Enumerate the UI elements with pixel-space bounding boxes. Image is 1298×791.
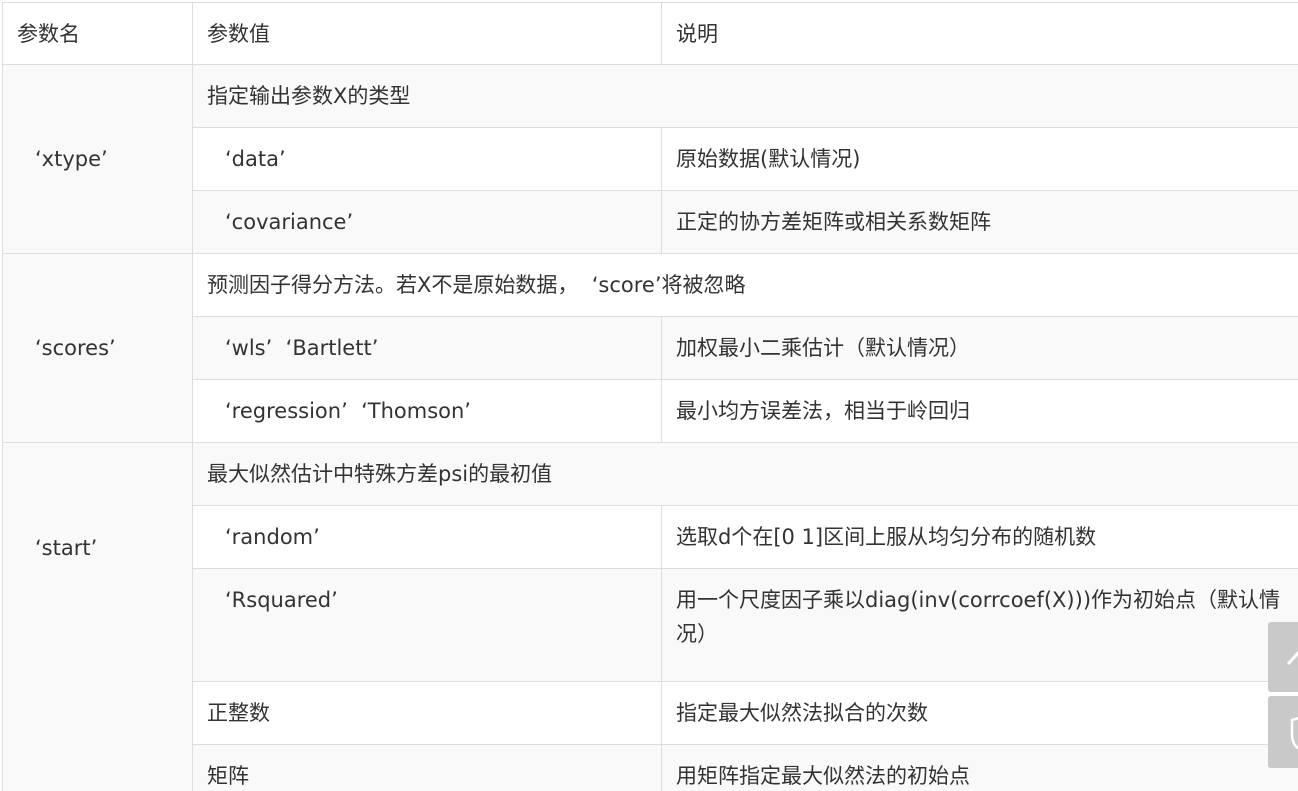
header-param-name: 参数名: [2, 2, 193, 65]
parameter-table: 参数名 参数值 说明 ‘xtype’ 指定输出参数X的类型 ‘data’ 原始数…: [2, 2, 1298, 791]
param-description: 原始数据(默认情况): [661, 127, 1298, 191]
param-value: 矩阵: [192, 744, 662, 791]
table-row: ‘wls’ ‘Bartlett’ 加权最小二乘估计（默认情况）: [3, 316, 1298, 380]
table-header-row: 参数名 参数值 说明: [2, 2, 1298, 65]
param-value: ‘Rsquared’: [192, 568, 662, 682]
table-row: ‘Rsquared’ 用一个尺度因子乘以diag(inv(corrcoef(X)…: [3, 568, 1298, 682]
param-description: 加权最小二乘估计（默认情况）: [661, 316, 1298, 380]
table-row: ‘scores’ 预测因子得分方法。若X不是原始数据， ‘score’将被忽略: [2, 253, 1298, 443]
param-summary: 最大似然估计中特殊方差psi的最初值: [192, 442, 1298, 506]
param-value: ‘covariance’: [192, 190, 662, 254]
header-description: 说明: [661, 2, 1298, 65]
param-name-scores: ‘scores’: [2, 253, 193, 443]
shield-icon: [1290, 716, 1298, 750]
table-row: ‘random’ 选取d个在[0 1]区间上服从均匀分布的随机数: [3, 505, 1298, 569]
param-value: ‘regression’ ‘Thomson’: [192, 379, 662, 443]
chevron-up-icon: [1286, 650, 1298, 666]
param-value: ‘data’: [192, 127, 662, 191]
param-value: ‘wls’ ‘Bartlett’: [192, 316, 662, 380]
param-description: 用矩阵指定最大似然法的初始点: [661, 744, 1298, 791]
table-row: ‘start’ 最大似然估计中特殊方差psi的最初值: [2, 442, 1298, 791]
table-row: ‘xtype’ 指定输出参数X的类型: [2, 64, 1298, 254]
table-row: 矩阵 用矩阵指定最大似然法的初始点: [3, 744, 1298, 791]
header-param-value: 参数值: [192, 2, 662, 65]
table-row: 正整数 指定最大似然法拟合的次数: [3, 681, 1298, 745]
param-value: ‘random’: [192, 505, 662, 569]
back-to-top-button[interactable]: [1268, 622, 1298, 692]
param-description: 选取d个在[0 1]区间上服从均匀分布的随机数: [661, 505, 1298, 569]
table-row: ‘regression’ ‘Thomson’ 最小均方误差法，相当于岭回归: [3, 379, 1298, 443]
param-description: 正定的协方差矩阵或相关系数矩阵: [661, 190, 1298, 254]
table-row: ‘covariance’ 正定的协方差矩阵或相关系数矩阵: [3, 190, 1298, 254]
param-summary: 预测因子得分方法。若X不是原始数据， ‘score’将被忽略: [192, 253, 1298, 317]
param-description: 最小均方误差法，相当于岭回归: [661, 379, 1298, 443]
param-description: 用一个尺度因子乘以diag(inv(corrcoef(X)))作为初始点（默认情…: [661, 568, 1298, 682]
param-summary: 指定输出参数X的类型: [192, 64, 1298, 128]
param-description: 指定最大似然法拟合的次数: [661, 681, 1298, 745]
param-value: 正整数: [192, 681, 662, 745]
param-name-start: ‘start’: [2, 442, 193, 791]
side-tool-button[interactable]: [1268, 696, 1298, 768]
param-name-xtype: ‘xtype’: [2, 64, 193, 254]
table-row: ‘data’ 原始数据(默认情况): [3, 127, 1298, 191]
